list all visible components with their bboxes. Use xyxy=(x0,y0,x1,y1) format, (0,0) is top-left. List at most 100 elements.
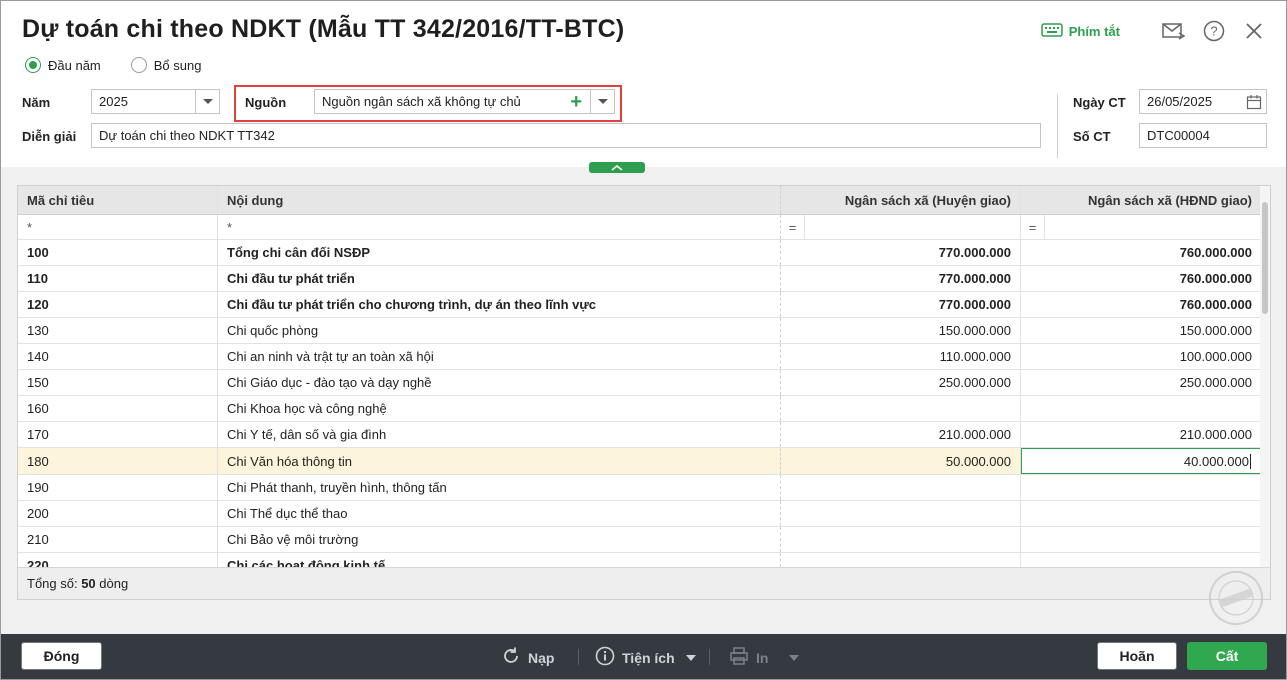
content-cell[interactable]: Chi an ninh và trật tự an toàn xã hội xyxy=(218,344,781,369)
huyen-cell[interactable]: 770.000.000 xyxy=(781,266,1021,291)
hdnd-cell[interactable] xyxy=(1021,475,1261,500)
huyen-cell[interactable] xyxy=(781,527,1021,552)
table-row[interactable]: 160 Chi Khoa học và công nghệ xyxy=(18,396,1261,422)
shortcut-button[interactable]: Phím tắt xyxy=(1040,22,1120,40)
year-select[interactable]: 2025 xyxy=(91,89,220,114)
column-header[interactable]: Mã chỉ tiêu xyxy=(18,186,218,214)
filter-operator[interactable]: = xyxy=(1021,215,1045,239)
chevron-down-icon[interactable] xyxy=(195,90,219,113)
collapse-toggle[interactable] xyxy=(589,162,645,173)
content-cell[interactable]: Tổng chi cân đối NSĐP xyxy=(218,240,781,265)
table-row[interactable]: 150 Chi Giáo dục - đào tạo và dạy nghề 2… xyxy=(18,370,1261,396)
huyen-cell[interactable]: 210.000.000 xyxy=(781,422,1021,447)
radio-label: Đầu năm xyxy=(48,57,101,73)
radio-dau-nam[interactable]: Đầu năm xyxy=(25,57,101,73)
content-cell[interactable]: Chi Thể dục thể thao xyxy=(218,501,781,526)
column-header[interactable]: Ngân sách xã (HĐND giao) xyxy=(1021,186,1261,214)
table-row[interactable]: 120 Chi đầu tư phát triển cho chương trì… xyxy=(18,292,1261,318)
scrollbar-thumb[interactable] xyxy=(1262,202,1268,314)
voucher-no-input[interactable]: DTC00004 xyxy=(1139,123,1267,148)
hdnd-cell[interactable] xyxy=(1021,501,1261,526)
calendar-icon[interactable] xyxy=(1246,94,1262,113)
content-cell[interactable]: Chi Giáo dục - đào tạo và dạy nghề xyxy=(218,370,781,395)
content-cell[interactable]: Chi Văn hóa thông tin xyxy=(218,448,781,474)
table-row[interactable]: 190 Chi Phát thanh, truyền hình, thông t… xyxy=(18,475,1261,501)
code-cell[interactable]: 170 xyxy=(18,422,218,447)
add-icon[interactable]: + xyxy=(570,92,582,112)
content-cell[interactable]: Chi đầu tư phát triển xyxy=(218,266,781,291)
table-row[interactable]: 210 Chi Bảo vệ môi trường xyxy=(18,527,1261,553)
code-cell[interactable]: 150 xyxy=(18,370,218,395)
code-cell[interactable]: 160 xyxy=(18,396,218,421)
huyen-cell[interactable] xyxy=(781,475,1021,500)
code-cell[interactable]: 120 xyxy=(18,292,218,317)
filter-operator[interactable]: = xyxy=(781,215,805,239)
content-cell[interactable]: Chi Y tế, dân số và gia đình xyxy=(218,422,781,447)
save-button[interactable]: Cất xyxy=(1187,642,1267,670)
description-input[interactable]: Dự toán chi theo NDKT TT342 xyxy=(91,123,1041,148)
svg-text:?: ? xyxy=(1210,24,1217,39)
filter-operator[interactable]: * xyxy=(227,220,232,235)
content-cell[interactable]: Chi quốc phòng xyxy=(218,318,781,343)
hdnd-cell[interactable]: 150.000.000 xyxy=(1021,318,1261,343)
content-cell[interactable]: Chi đầu tư phát triển cho chương trình, … xyxy=(218,292,781,317)
table-row[interactable]: 200 Chi Thể dục thể thao xyxy=(18,501,1261,527)
hdnd-edit-cell[interactable]: 40.000.000 xyxy=(1021,448,1261,474)
radio-label: Bổ sung xyxy=(153,57,202,73)
table-row[interactable]: 110 Chi đầu tư phát triển 770.000.000 76… xyxy=(18,266,1261,292)
close-icon[interactable] xyxy=(1242,19,1266,43)
close-button[interactable]: Đóng xyxy=(21,642,102,670)
hdnd-cell[interactable]: 760.000.000 xyxy=(1021,240,1261,265)
filter-cell[interactable]: * xyxy=(218,215,781,239)
column-header[interactable]: Nội dung xyxy=(218,186,781,214)
huyen-cell[interactable]: 770.000.000 xyxy=(781,292,1021,317)
huyen-cell[interactable]: 250.000.000 xyxy=(781,370,1021,395)
content-cell[interactable]: Chi Phát thanh, truyền hình, thông tấn xyxy=(218,475,781,500)
chevron-down-icon[interactable] xyxy=(590,90,614,113)
print-button[interactable]: In xyxy=(729,646,800,669)
code-cell[interactable]: 130 xyxy=(18,318,218,343)
hdnd-cell[interactable]: 100.000.000 xyxy=(1021,344,1261,369)
huyen-cell[interactable]: 150.000.000 xyxy=(781,318,1021,343)
hdnd-edit-value[interactable]: 40.000.000 xyxy=(1184,454,1249,469)
filter-operator[interactable]: * xyxy=(27,220,32,235)
content-cell[interactable]: Chi Khoa học và công nghệ xyxy=(218,396,781,421)
huyen-cell[interactable]: 110.000.000 xyxy=(781,344,1021,369)
code-cell[interactable]: 210 xyxy=(18,527,218,552)
content-cell[interactable]: Chi Bảo vệ môi trường xyxy=(218,527,781,552)
hdnd-cell[interactable]: 250.000.000 xyxy=(1021,370,1261,395)
hdnd-cell[interactable]: 760.000.000 xyxy=(1021,292,1261,317)
table-row[interactable]: 140 Chi an ninh và trật tự an toàn xã hộ… xyxy=(18,344,1261,370)
huyen-cell[interactable]: 50.000.000 xyxy=(781,448,1021,474)
radio-bo-sung[interactable]: Bổ sung xyxy=(130,57,202,73)
filter-cell[interactable]: = xyxy=(781,215,1021,239)
code-cell[interactable]: 140 xyxy=(18,344,218,369)
code-cell[interactable]: 110 xyxy=(18,266,218,291)
mail-forward-icon[interactable] xyxy=(1162,19,1186,43)
filter-cell[interactable]: = xyxy=(1021,215,1261,239)
table-row[interactable]: 130 Chi quốc phòng 150.000.000 150.000.0… xyxy=(18,318,1261,344)
code-cell[interactable]: 180 xyxy=(18,448,218,474)
cancel-button[interactable]: Hoãn xyxy=(1097,642,1177,670)
hdnd-cell[interactable]: 210.000.000 xyxy=(1021,422,1261,447)
hdnd-cell[interactable]: 760.000.000 xyxy=(1021,266,1261,291)
selected-table-row[interactable]: 180 Chi Văn hóa thông tin 50.000.000 40.… xyxy=(18,448,1261,475)
date-input[interactable]: 26/05/2025 xyxy=(1139,89,1267,114)
help-icon[interactable]: ? xyxy=(1202,19,1226,43)
utility-button[interactable]: Tiện ích xyxy=(595,646,696,669)
code-cell[interactable]: 200 xyxy=(18,501,218,526)
hdnd-cell[interactable] xyxy=(1021,527,1261,552)
hdnd-cell[interactable] xyxy=(1021,396,1261,421)
table-row[interactable]: 170 Chi Y tế, dân số và gia đình 210.000… xyxy=(18,422,1261,448)
column-header[interactable]: Ngân sách xã (Huyện giao) xyxy=(781,186,1021,214)
grid-scrollbar[interactable] xyxy=(1260,186,1270,571)
table-row[interactable]: 100 Tổng chi cân đối NSĐP 770.000.000 76… xyxy=(18,240,1261,266)
huyen-cell[interactable] xyxy=(781,396,1021,421)
code-cell[interactable]: 190 xyxy=(18,475,218,500)
huyen-cell[interactable]: 770.000.000 xyxy=(781,240,1021,265)
huyen-cell[interactable] xyxy=(781,501,1021,526)
reload-button[interactable]: Nạp xyxy=(501,646,554,669)
filter-cell[interactable]: * xyxy=(18,215,218,239)
code-cell[interactable]: 100 xyxy=(18,240,218,265)
source-select[interactable]: Nguồn ngân sách xã không tự chủ + xyxy=(314,89,615,114)
